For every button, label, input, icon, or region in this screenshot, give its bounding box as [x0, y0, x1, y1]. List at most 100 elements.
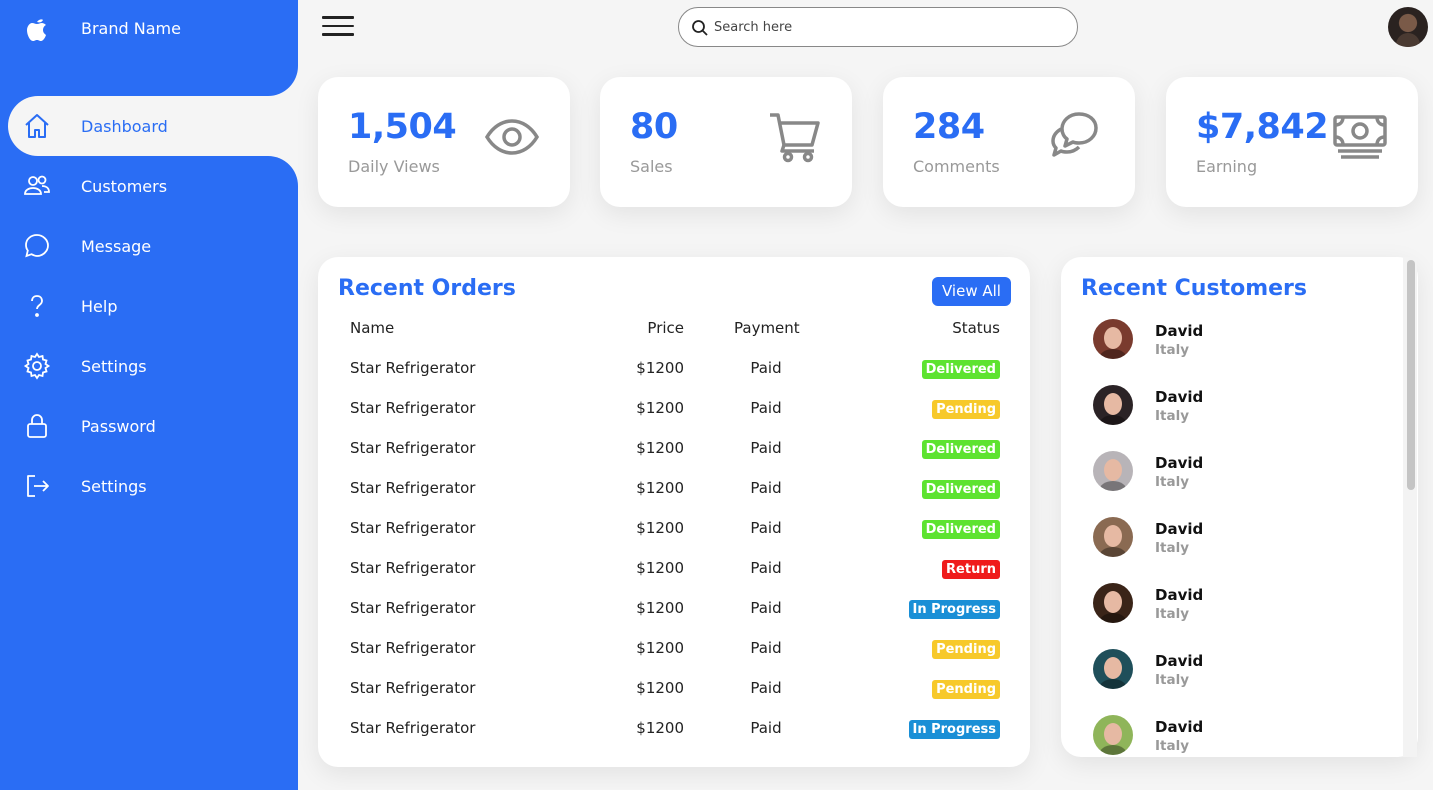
hamburger-icon[interactable]: [322, 16, 354, 38]
apple-icon: [22, 13, 52, 43]
list-item[interactable]: David Italy: [1093, 517, 1393, 559]
customer-country: Italy: [1155, 738, 1190, 754]
status-badge: Pending: [932, 640, 1000, 659]
order-payment: Paid: [750, 719, 782, 737]
sidebar-item-help[interactable]: Help: [0, 276, 298, 336]
sidebar-item-label: Dashboard: [81, 116, 168, 136]
sidebar-item-label: Password: [81, 416, 156, 436]
status-badge: In Progress: [908, 600, 1000, 619]
list-item[interactable]: David Italy: [1093, 715, 1393, 757]
sidebar-item-customers[interactable]: Customers: [0, 156, 298, 216]
home-icon: [22, 111, 52, 141]
order-status: Delivered: [921, 479, 1000, 499]
card-label: Comments: [913, 157, 1000, 176]
order-name: Star Refrigerator: [350, 399, 476, 417]
order-price: $1200: [636, 559, 684, 577]
sidebar-item-signout[interactable]: Settings: [0, 456, 298, 516]
list-item[interactable]: David Italy: [1093, 583, 1393, 625]
logout-icon: [22, 471, 52, 501]
customer-country: Italy: [1155, 606, 1190, 622]
list-item[interactable]: David Italy: [1093, 649, 1393, 691]
order-price: $1200: [636, 599, 684, 617]
order-name: Star Refrigerator: [350, 439, 476, 457]
order-payment: Paid: [750, 559, 782, 577]
search-icon[interactable]: [691, 19, 709, 37]
customer-country: Italy: [1155, 540, 1190, 556]
eye-icon: [484, 109, 540, 165]
order-status: Delivered: [921, 439, 1000, 459]
customer-name: David: [1155, 586, 1204, 604]
order-payment: Paid: [750, 479, 782, 497]
order-payment: Paid: [750, 679, 782, 697]
customer-country: Italy: [1155, 408, 1190, 424]
header-payment: Payment: [734, 319, 800, 337]
avatar: [1093, 517, 1133, 557]
sidebar-item-dashboard[interactable]: Dashboard: [8, 96, 298, 156]
recent-orders-panel: Recent Orders View All Name Price Paymen…: [318, 257, 1030, 767]
customer-country: Italy: [1155, 342, 1190, 358]
order-status: In Progress: [908, 719, 1000, 739]
card-label: Daily Views: [348, 157, 440, 176]
card-label: Earning: [1196, 157, 1258, 176]
sidebar: Brand Name Dashboard Customers Message H…: [0, 0, 298, 790]
customers-scroll-thumb[interactable]: [1407, 260, 1415, 490]
sidebar-item-message[interactable]: Message: [0, 216, 298, 276]
card-number: 1,504: [348, 107, 457, 147]
order-payment: Paid: [750, 599, 782, 617]
order-payment: Paid: [750, 399, 782, 417]
header-price: Price: [647, 319, 684, 337]
card-number: 284: [913, 107, 985, 147]
sidebar-item-label: Settings: [81, 476, 147, 496]
list-item[interactable]: David Italy: [1093, 319, 1393, 361]
customer-name: David: [1155, 652, 1204, 670]
card-sales[interactable]: 80 Sales: [600, 77, 852, 207]
card-label: Sales: [630, 157, 673, 176]
gear-icon: [22, 351, 52, 381]
status-badge: Return: [942, 560, 1000, 579]
recent-customers-title: Recent Customers: [1081, 276, 1307, 301]
dashboard-app: Brand Name Dashboard Customers Message H…: [0, 0, 1433, 790]
avatar: [1093, 451, 1133, 491]
search-input[interactable]: [714, 8, 1064, 46]
cash-icon: [1332, 109, 1388, 165]
card-earning[interactable]: $7,842 Earning: [1166, 77, 1418, 207]
customer-name: David: [1155, 322, 1204, 340]
order-status: Return: [942, 559, 1000, 579]
card-daily-views[interactable]: 1,504 Daily Views: [318, 77, 570, 207]
status-badge: Delivered: [921, 360, 1000, 379]
avatar: [1093, 385, 1133, 425]
order-price: $1200: [636, 359, 684, 377]
customer-name: David: [1155, 718, 1204, 736]
view-all-button[interactable]: View All: [932, 277, 1011, 306]
status-badge: Pending: [932, 400, 1000, 419]
order-name: Star Refrigerator: [350, 719, 476, 737]
list-item[interactable]: David Italy: [1093, 451, 1393, 493]
search-box: [678, 7, 1078, 47]
avatar: [1093, 649, 1133, 689]
brand-name: Brand Name: [81, 18, 181, 38]
sidebar-item-settings[interactable]: Settings: [0, 336, 298, 396]
avatar: [1093, 583, 1133, 623]
header-status: Status: [952, 319, 1000, 337]
order-status: Delivered: [921, 359, 1000, 379]
status-badge: Delivered: [921, 520, 1000, 539]
people-icon: [22, 171, 52, 201]
sidebar-item-password[interactable]: Password: [0, 396, 298, 456]
list-item[interactable]: David Italy: [1093, 385, 1393, 427]
user-avatar[interactable]: [1388, 7, 1428, 47]
status-badge: Delivered: [921, 440, 1000, 459]
card-comments[interactable]: 284 Comments: [883, 77, 1135, 207]
brand[interactable]: Brand Name: [0, 0, 298, 56]
order-status: Pending: [932, 639, 1000, 659]
sidebar-item-label: Help: [81, 296, 118, 316]
sidebar-spacer: [0, 56, 298, 96]
order-price: $1200: [636, 719, 684, 737]
recent-orders-title: Recent Orders: [338, 276, 516, 301]
order-status: In Progress: [908, 599, 1000, 619]
status-badge: In Progress: [908, 720, 1000, 739]
card-number: 80: [630, 107, 678, 147]
avatar: [1093, 319, 1133, 359]
customer-country: Italy: [1155, 672, 1190, 688]
sidebar-item-label: Message: [81, 236, 152, 256]
order-name: Star Refrigerator: [350, 639, 476, 657]
